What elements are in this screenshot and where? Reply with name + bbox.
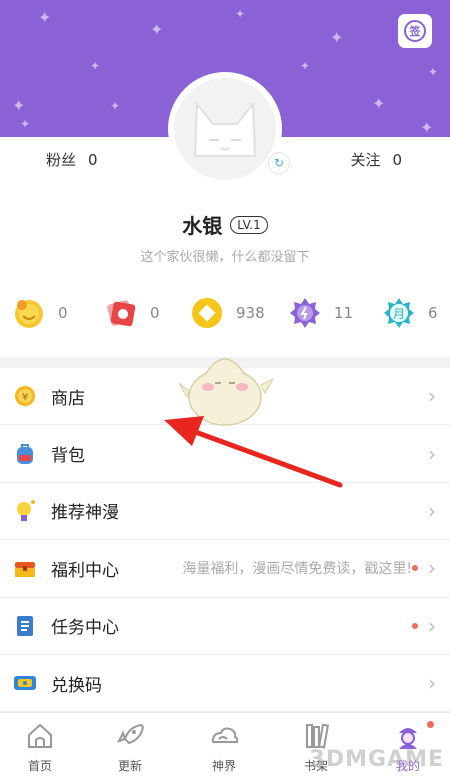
tab-home[interactable]: 首页 [10,719,70,775]
menu-item-welfare[interactable]: 福利中心 海量福利，漫画尽情免费读，戳这里! › [0,540,450,598]
home-icon [23,719,57,753]
change-avatar-icon[interactable]: ↻ [268,152,290,174]
svg-text:月: 月 [393,307,405,321]
follow-counter[interactable]: 关注 0 [350,149,402,170]
rocket-icon [113,719,147,753]
chevron-right-icon: › [428,441,436,466]
asset-red-ticket[interactable]: 0 [104,290,160,336]
notification-dot [412,565,418,572]
svg-text:¥: ¥ [22,392,28,403]
notification-dot [427,721,434,728]
menu-item-tasks[interactable]: 任务中心 › [0,598,450,655]
menu-item-backpack[interactable]: 背包 › [0,425,450,483]
chevron-right-icon: › [428,384,436,409]
user-bio: 这个家伙很懒，什么都没留下 [140,250,310,265]
default-avatar-icon [193,101,257,157]
tab-updates[interactable]: 更新 [100,719,160,775]
welfare-description: 海量福利，漫画尽情免费读，戳这里! [182,561,412,578]
chevron-right-icon: › [428,498,436,523]
ticket-code-icon [12,670,38,696]
tab-realm[interactable]: 神界 [194,719,254,775]
menu-item-recommend[interactable]: 推荐神漫 › [0,483,450,541]
gold-coin-icon [190,296,224,330]
username: 水银 [182,214,223,238]
smiley-medal-icon [12,296,46,330]
chevron-right-icon: › [428,556,436,581]
red-ticket-icon [104,296,138,330]
chevron-right-icon: › [428,613,436,638]
fans-count: 0 [88,151,98,169]
chevron-right-icon: › [428,671,436,696]
sign-in-button[interactable]: 签 [398,14,432,48]
menu-item-redeem-code[interactable]: 兑换码 › [0,655,450,713]
cloud-icon [207,719,241,753]
avatar[interactable] [168,72,282,186]
sign-in-icon: 签 [404,20,426,42]
fans-counter[interactable]: 粉丝 0 [46,149,98,170]
assets-row: 0 0 938 11 月 6 [0,290,450,336]
backpack-icon [12,441,38,467]
level-badge: LV.1 [230,215,268,234]
notification-dot [412,622,418,629]
mascot-sticker [178,358,275,426]
purple-gem-icon [288,296,322,330]
asset-gem[interactable]: 11 [288,290,353,336]
treasure-chest-icon [12,555,38,581]
recommend-icon [12,498,38,524]
task-book-icon [12,613,38,639]
asset-monthly-ticket[interactable]: 月 6 [382,290,438,336]
follow-count: 0 [392,151,402,169]
monthly-ticket-icon: 月 [382,296,416,330]
asset-medal[interactable]: 0 [12,290,68,336]
shop-coin-icon: ¥ [12,383,38,409]
watermark: 3DMGAME [309,747,444,772]
asset-coin[interactable]: 938 [190,290,265,336]
